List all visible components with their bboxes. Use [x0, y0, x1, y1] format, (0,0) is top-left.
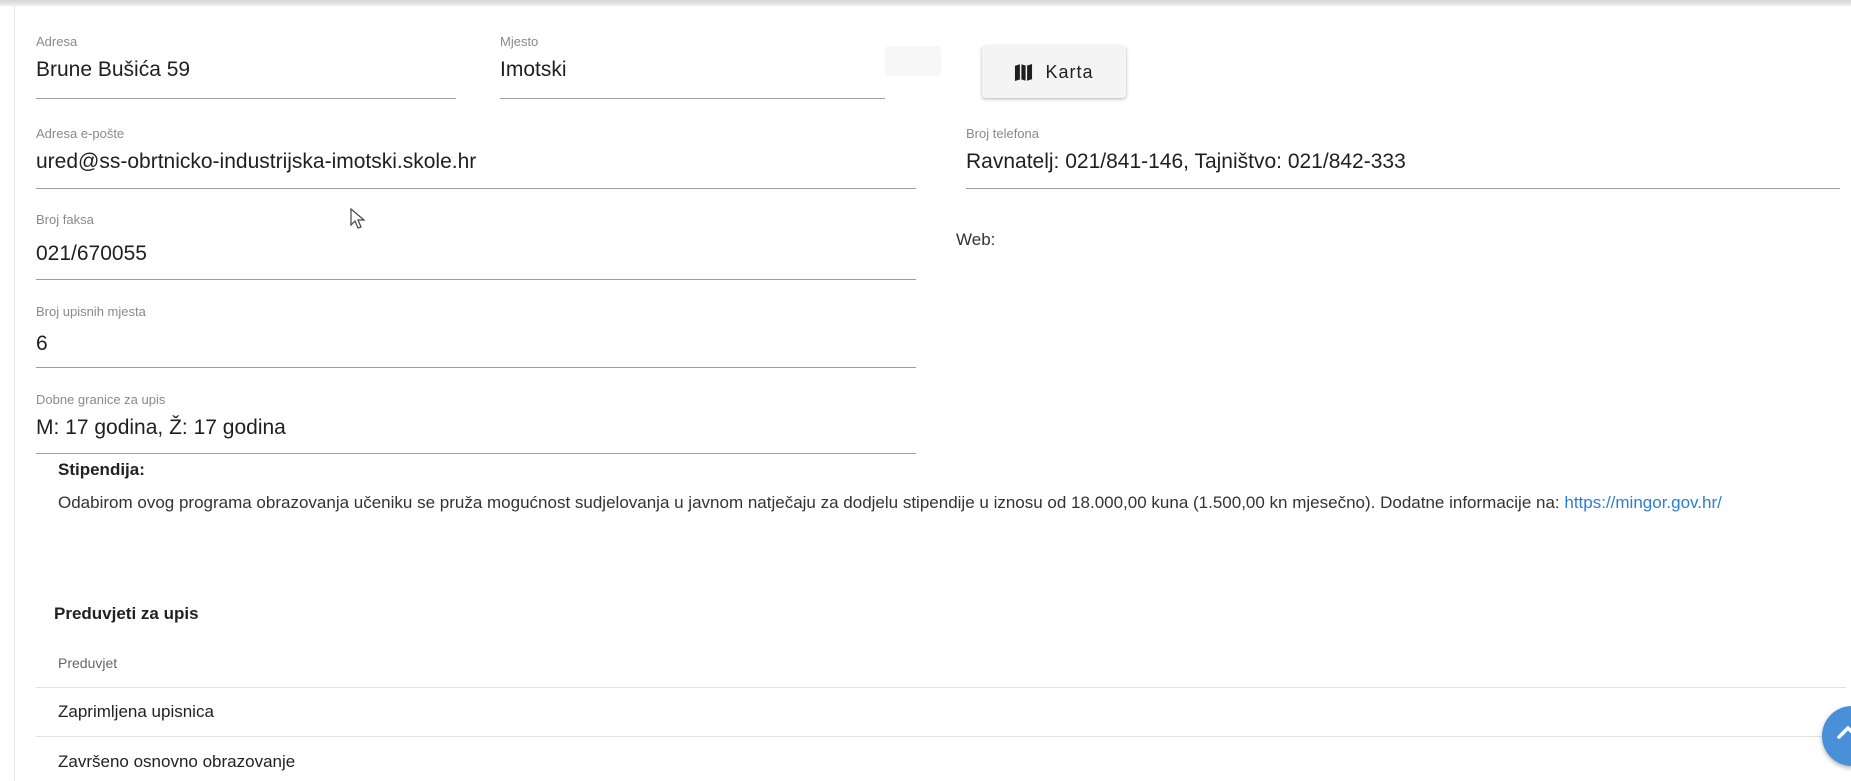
dobne-granice-label: Dobne granice za upis	[36, 392, 166, 407]
adresa-label: Adresa	[36, 34, 78, 49]
mingor-link[interactable]: https://mingor.gov.hr/	[1564, 493, 1721, 512]
faks-field[interactable]: Broj faksa 021/670055	[36, 212, 916, 280]
email-label: Adresa e-pošte	[36, 126, 125, 141]
preduvjet-column-header: Preduvjet	[58, 655, 118, 671]
faks-value: 021/670055	[36, 242, 147, 265]
telefon-label: Broj telefona	[966, 126, 1039, 141]
email-field[interactable]: Adresa e-pošte ured@ss-obrtnicko-industr…	[36, 126, 916, 189]
stipendija-text: Odabirom ovog programa obrazovanja učeni…	[58, 488, 1798, 518]
upisna-mjesta-value: 6	[36, 332, 48, 355]
mjesto-field[interactable]: Mjesto Imotski	[500, 34, 885, 99]
map-icon	[1015, 63, 1033, 81]
dobne-granice-field[interactable]: Dobne granice za upis M: 17 godina, Ž: 1…	[36, 392, 916, 454]
stipendija-description: Odabirom ovog programa obrazovanja učeni…	[58, 493, 1565, 512]
mjesto-value: Imotski	[500, 58, 567, 81]
dobne-granice-value: M: 17 godina, Ž: 17 godina	[36, 416, 286, 439]
karta-button-label: Karta	[1045, 61, 1094, 82]
email-value: ured@ss-obrtnicko-industrijska-imotski.s…	[36, 150, 477, 173]
mjesto-label: Mjesto	[500, 34, 539, 49]
preduvjeti-title: Preduvjeti za upis	[54, 604, 199, 623]
telefon-value: Ravnatelj: 021/841-146, Tajništvo: 021/8…	[966, 150, 1406, 173]
upisna-mjesta-label: Broj upisnih mjesta	[36, 304, 146, 319]
blank-button	[885, 46, 941, 76]
adresa-field[interactable]: Adresa Brune Bušića 59	[36, 34, 456, 99]
karta-button[interactable]: Karta	[982, 46, 1126, 98]
table-row: Završeno osnovno obrazovanje	[58, 752, 296, 771]
web-label: Web:	[956, 230, 996, 249]
chevron-up-icon	[1837, 726, 1851, 739]
faks-label: Broj faksa	[36, 212, 94, 227]
adresa-value: Brune Bušića 59	[36, 58, 191, 81]
telefon-field[interactable]: Broj telefona Ravnatelj: 021/841-146, Ta…	[966, 126, 1840, 189]
upisna-mjesta-field[interactable]: Broj upisnih mjesta 6	[36, 304, 916, 368]
mouse-cursor-icon	[350, 208, 366, 229]
stipendija-title: Stipendija:	[58, 460, 145, 479]
table-row: Zaprimljena upisnica	[58, 702, 214, 721]
